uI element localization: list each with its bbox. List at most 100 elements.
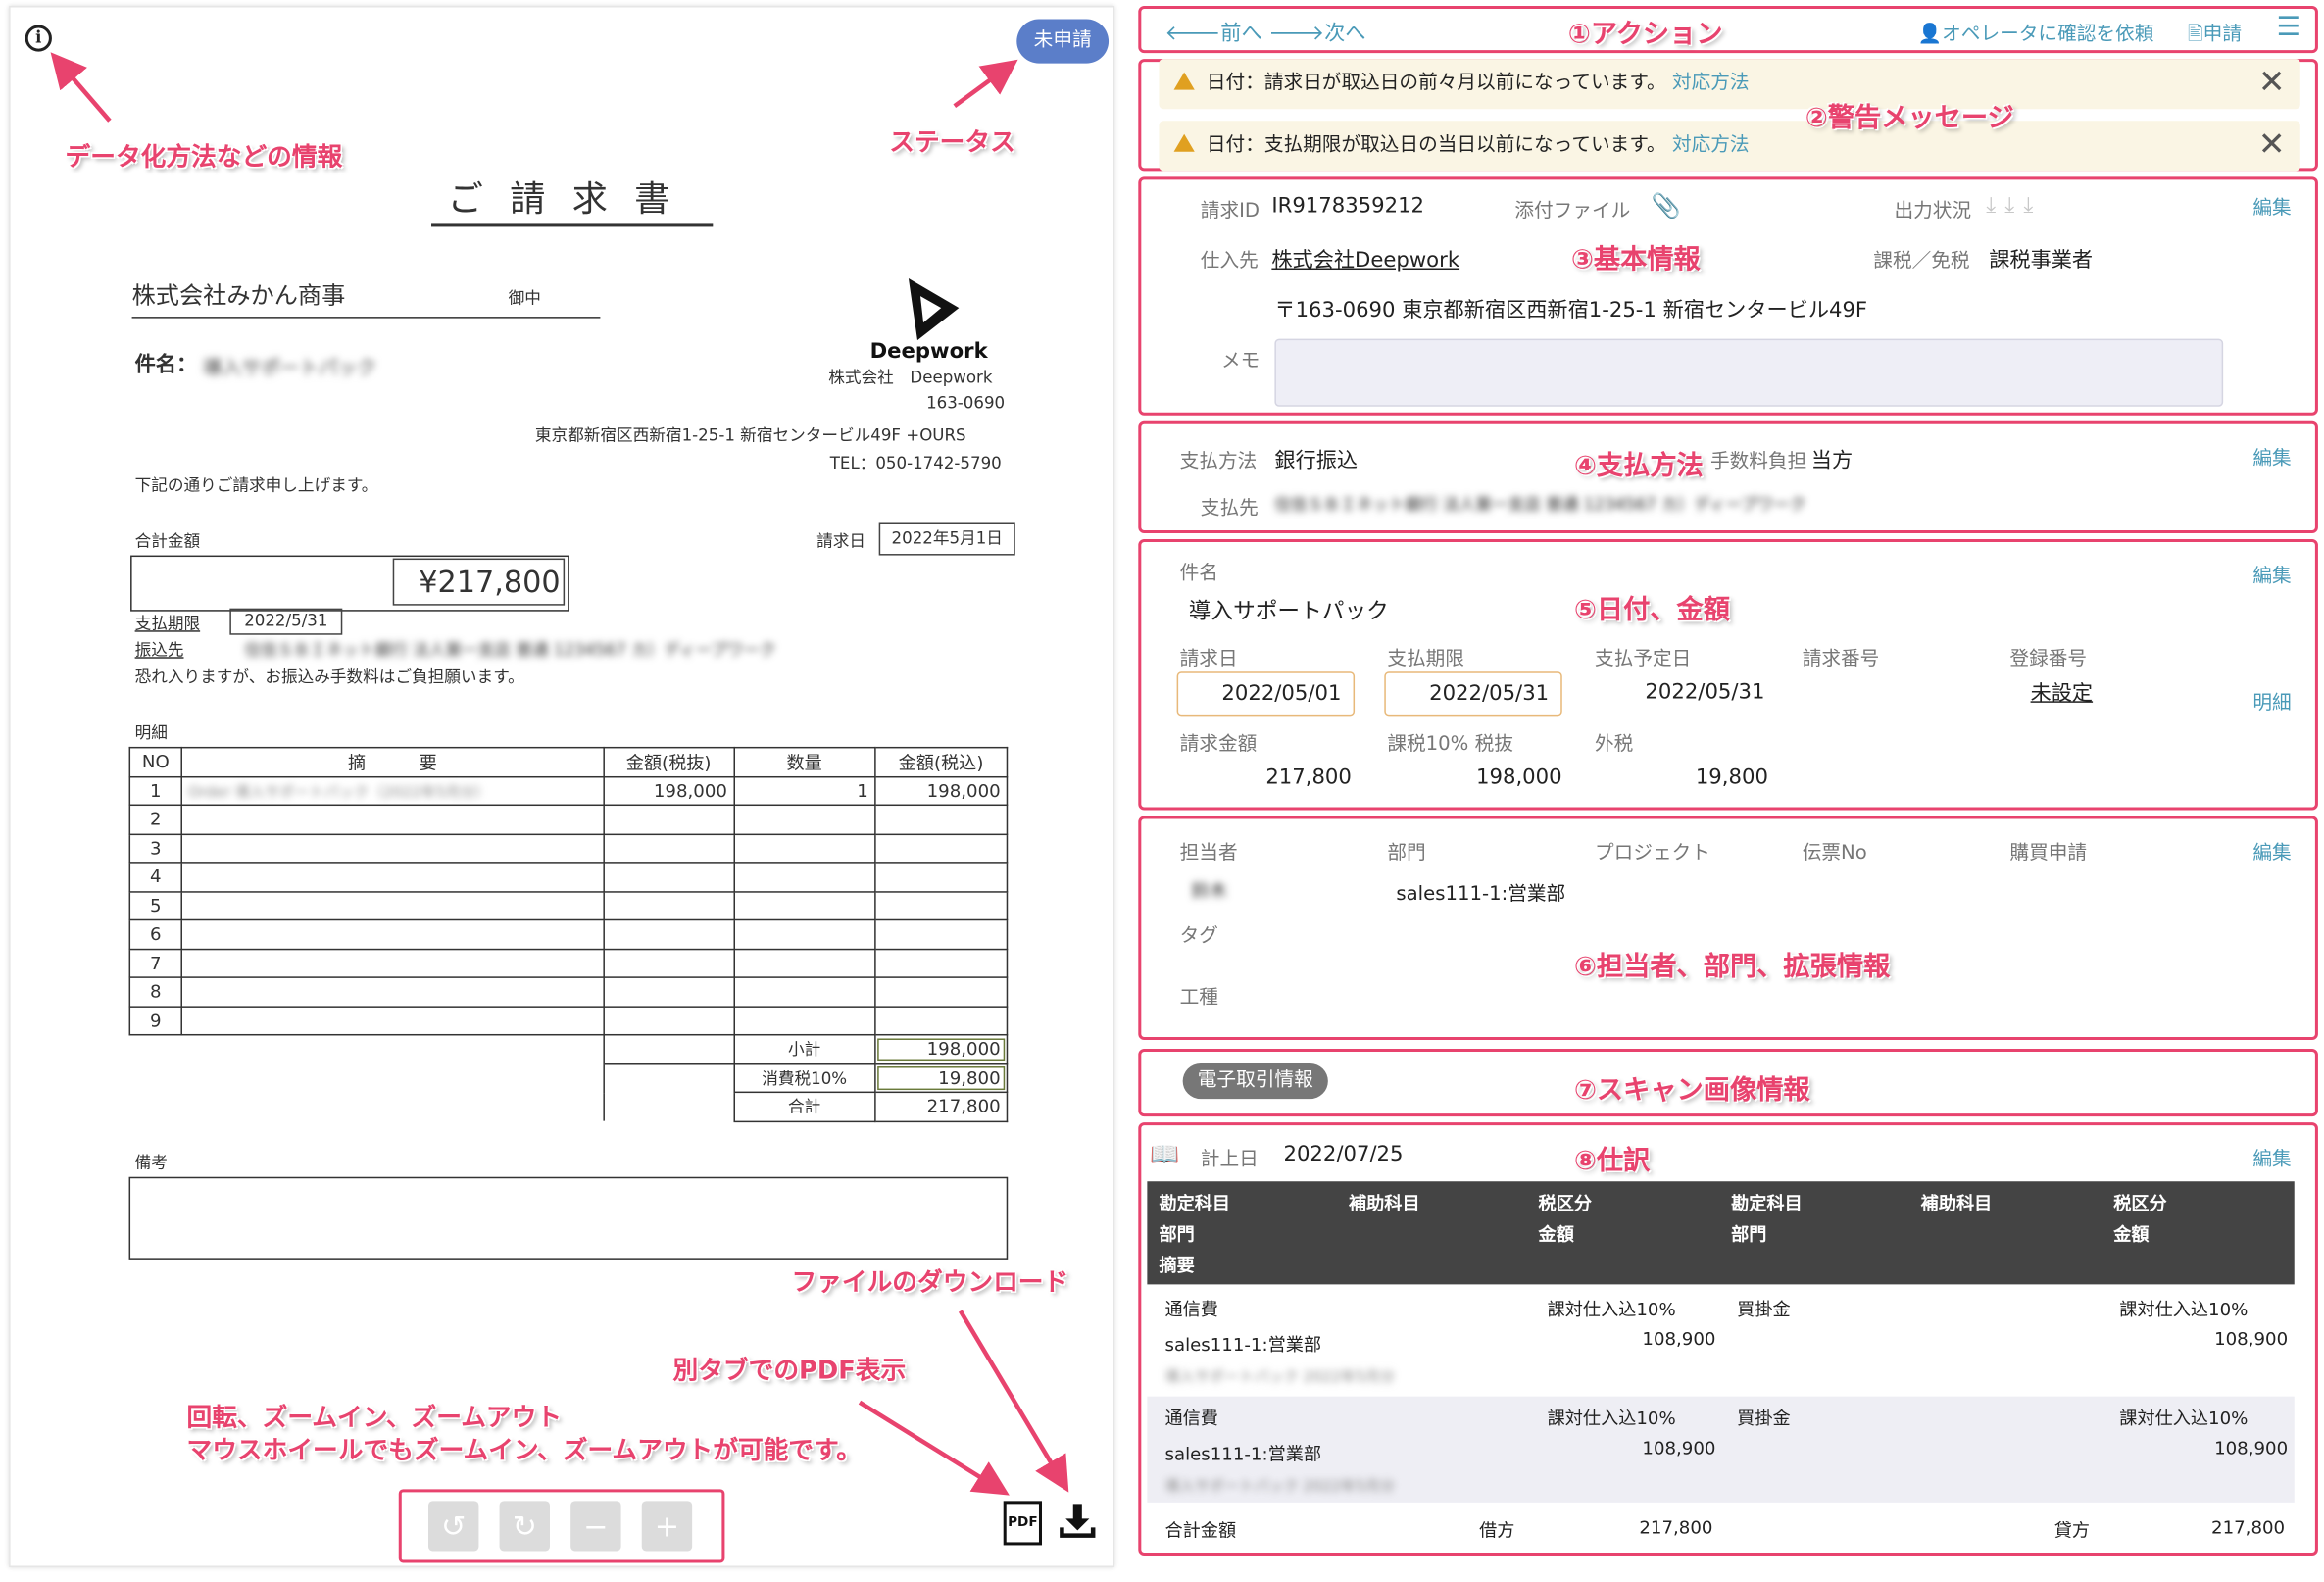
paperclip-icon[interactable]: 📎 — [1651, 191, 1680, 220]
close-icon[interactable]: ✕ — [2258, 121, 2286, 171]
annotation-tools: 回転、ズームイン、ズームアウト — [186, 1404, 563, 1434]
dates-amounts-section: 件名 導入サポートパック ⑤日付、金額 編集 請求日 2022/05/01 支払… — [1138, 539, 2318, 811]
row-memo: 導入サポートパック 2022年5月分 — [1164, 1369, 1395, 1387]
header-memo: 摘要 — [1159, 1255, 1195, 1276]
payment-section: 支払方法 銀行振込 手数料負担 当方 ④支払方法 編集 支払先 住信ＳＢＩネット… — [1138, 420, 2318, 534]
debit-tax: 課対仕入込10% — [1547, 1299, 1676, 1320]
external-tax-value: 19,800 — [1695, 766, 1768, 790]
detail-link[interactable]: 明細 — [2252, 686, 2291, 715]
memo-textarea[interactable] — [1274, 338, 2224, 407]
taxable-value: 198,000 — [1476, 766, 1562, 790]
external-tax-label: 外税 — [1595, 733, 1634, 756]
section-label-warnings: ②警告メッセージ — [1805, 103, 2014, 134]
prev-label: 前へ — [1220, 22, 1262, 46]
debit-account: 通信費 — [1164, 1408, 1218, 1429]
invoice-date-input[interactable]: 2022/05/01 — [1176, 671, 1356, 717]
warnings-section: 日付：請求日が取込日の前々月以前になっています。 対応方法 ✕ 日付：支払期限が取… — [1138, 59, 2318, 172]
subject-label: 件名 — [1179, 563, 1218, 585]
debit-total-label: 借方 — [1479, 1519, 1515, 1541]
credit-account: 買掛金 — [1737, 1299, 1791, 1320]
warning-icon — [1173, 133, 1195, 152]
row-memo: 導入サポートパック 2022年5月分 — [1164, 1478, 1395, 1496]
registration-number-link[interactable]: 未設定 — [2031, 677, 2094, 707]
warning-text: 日付：支払期限が取込日の当日以前になっています。 — [1206, 133, 1666, 157]
edit-journal-button[interactable]: 編集 — [2252, 1143, 2291, 1171]
debit-tax: 課対仕入込10% — [1547, 1408, 1676, 1429]
project-label: プロジェクト — [1595, 842, 1710, 865]
section-label-owner: ⑥担当者、部門、拡張情報 — [1573, 951, 1891, 983]
section-label-journal: ⑧仕訳 — [1573, 1146, 1651, 1177]
due-date-input[interactable]: 2022/05/31 — [1384, 671, 1562, 717]
section-label-scan: ⑦スキャン画像情報 — [1573, 1075, 1810, 1107]
user-icon: 👤 — [1917, 24, 1943, 46]
memo-label: メモ — [1220, 350, 1261, 373]
header-debit-account: 勘定科目 — [1159, 1193, 1231, 1214]
journal-header: 勘定科目 補助科目 税区分 勘定科目 補助科目 税区分 部門 金額 部門 金額 … — [1147, 1181, 2295, 1285]
amount-label: 請求金額 — [1179, 733, 1258, 756]
annotation-download: ファイルのダウンロード — [791, 1267, 1069, 1298]
attachment-label: 添付ファイル — [1514, 200, 1631, 222]
header-debit-tax: 税区分 — [1538, 1193, 1593, 1214]
scan-info-section: 電子取引情報 ⑦スキャン画像情報 — [1138, 1048, 2318, 1117]
payment-method: 銀行振込 — [1274, 449, 1359, 473]
header-debit-amount: 金額 — [1538, 1223, 1574, 1245]
warning-link[interactable]: 対応方法 — [1672, 134, 1750, 157]
subject-value: 導入サポートパック — [1188, 598, 1389, 625]
output-download-icon: ⤓⤓⤓ — [1986, 191, 2043, 219]
annotation-tools-2: マウスホイールでもズームイン、ズームアウトが可能です。 — [186, 1436, 862, 1466]
owner-section: 担当者 鈴木 部門 sales111-1:営業部 プロジェクト 伝票No 購買申… — [1138, 816, 2318, 1040]
confirm-operator-button[interactable]: 👤オペレータに確認を依頼 — [1918, 18, 2154, 46]
credit-total: 217,800 — [2211, 1516, 2286, 1538]
posting-date: 2022/07/25 — [1283, 1143, 1404, 1167]
annotation-pdf: 別タブでのPDF表示 — [672, 1357, 907, 1387]
debit-dept: sales111-1:営業部 — [1164, 1334, 1322, 1356]
actions-bar: 🡐前へ 🡒次へ ①アクション 👤オペレータに確認を依頼 🖹申請 ☰ — [1138, 6, 2318, 54]
supplier-label: 仕入先 — [1200, 250, 1259, 273]
pay-date-label: 支払予定日 — [1595, 648, 1692, 670]
tax-status-label: 課税／免税 — [1873, 250, 1970, 273]
warning-text: 日付：請求日が取込日の前々月以前になっています。 — [1206, 72, 1666, 95]
journal-total-label: 合計金額 — [1164, 1519, 1237, 1541]
debit-dept: sales111-1:営業部 — [1164, 1443, 1322, 1464]
invoice-id-label: 請求ID — [1200, 200, 1261, 222]
journal-section: 📖 計上日 2022/07/25 ⑧仕訳 編集 勘定科目 補助科目 税区分 勘定… — [1138, 1122, 2318, 1556]
debit-total: 217,800 — [1639, 1516, 1713, 1538]
voucher-label: 伝票No — [1802, 842, 1867, 865]
edit-owner-button[interactable]: 編集 — [2252, 837, 2291, 865]
credit-amount: 108,900 — [2214, 1437, 2289, 1458]
department-value: sales111-1:営業部 — [1396, 883, 1566, 907]
header-credit-amount: 金額 — [2113, 1223, 2150, 1245]
section-label-dates: ⑤日付、金額 — [1573, 595, 1730, 626]
prev-button[interactable]: 🡐前へ — [1165, 18, 1262, 47]
arrow-right-icon: 🡒 — [1268, 22, 1325, 46]
pay-date-value: 2022/05/31 — [1645, 680, 1765, 705]
confirm-label: オペレータに確認を依頼 — [1942, 24, 2154, 46]
journal-row[interactable]: 通信費 課対仕入込10% 買掛金 課対仕入込10% sales111-1:営業部… — [1147, 1396, 2295, 1503]
journal-row[interactable]: 通信費 課対仕入込10% 買掛金 課対仕入込10% sales111-1:営業部… — [1147, 1284, 2295, 1397]
next-button[interactable]: 🡒次へ — [1268, 18, 1365, 47]
warning-message-2: 日付：支払期限が取込日の当日以前になっています。 対応方法 ✕ — [1159, 121, 2300, 172]
header-debit-sub: 補助科目 — [1349, 1193, 1420, 1214]
credit-account: 買掛金 — [1737, 1408, 1791, 1429]
section-label-payment: ④支払方法 — [1573, 450, 1704, 482]
warning-link[interactable]: 対応方法 — [1672, 73, 1750, 95]
menu-icon[interactable]: ☰ — [2277, 12, 2300, 43]
annotation-status: ステータス — [889, 127, 1015, 158]
header-debit-dept: 部門 — [1159, 1223, 1195, 1245]
supplier-link[interactable]: 株式会社Deepwork — [1271, 244, 1459, 273]
basic-info-section: 請求ID IR9178359212 添付ファイル 📎 出力状況 ⤓⤓⤓ 編集 仕… — [1138, 176, 2318, 416]
edit-basic-button[interactable]: 編集 — [2252, 191, 2291, 220]
fee-burden-label: 手数料負担 — [1709, 450, 1807, 473]
annotation-arrows — [50, 52, 1069, 1496]
section-label-actions: ①アクション — [1567, 19, 1723, 51]
department-label: 部門 — [1387, 842, 1426, 865]
edit-dates-button[interactable]: 編集 — [2252, 560, 2291, 588]
edit-payment-button[interactable]: 編集 — [2252, 442, 2291, 470]
close-icon[interactable]: ✕ — [2258, 59, 2286, 109]
payee-value: 住信ＳＢＩネット銀行 法人第一支店 普通 1234567 カ）ディープワーク — [1274, 494, 1806, 515]
next-label: 次へ — [1324, 22, 1366, 46]
payment-method-label: 支払方法 — [1179, 450, 1258, 473]
apply-button[interactable]: 🖹申請 — [2188, 18, 2242, 53]
warning-message-1: 日付：請求日が取込日の前々月以前になっています。 対応方法 ✕ — [1159, 59, 2300, 110]
electronic-transaction-badge[interactable]: 電子取引情報 — [1182, 1063, 1328, 1100]
